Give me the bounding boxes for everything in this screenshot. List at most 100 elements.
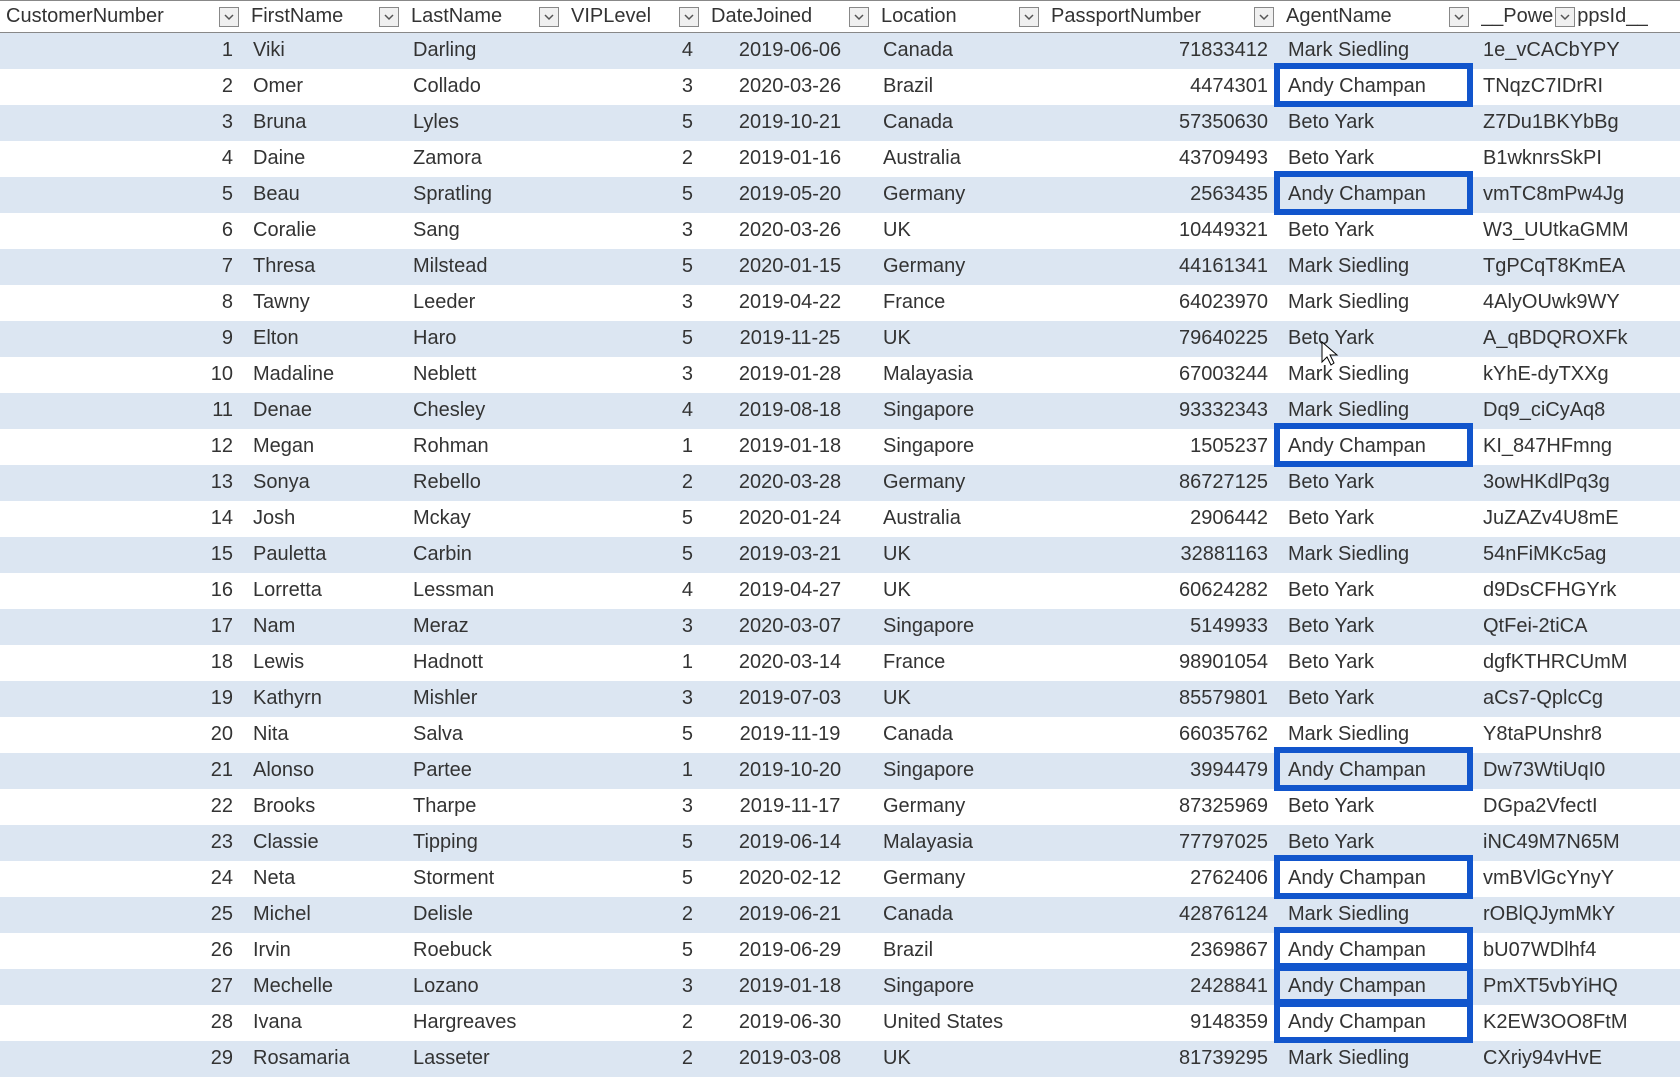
cell-date-joined[interactable]: 2019-01-18 (705, 969, 875, 1005)
cell-first-name[interactable]: Ivana (245, 1005, 405, 1041)
cell-vip-level[interactable]: 5 (565, 321, 705, 357)
table-row[interactable]: 28IvanaHargreaves22019-06-30United State… (0, 1005, 1680, 1041)
cell-first-name[interactable]: Lorretta (245, 573, 405, 609)
cell-first-name[interactable]: Sonya (245, 465, 405, 501)
cell-location[interactable]: UK (875, 321, 1045, 357)
cell-last-name[interactable]: Carbin (405, 537, 565, 573)
cell-date-joined[interactable]: 2019-11-19 (705, 717, 875, 753)
cell-power-apps-id[interactable]: Dw73WtiUqI0 (1475, 753, 1680, 789)
cell-passport-number[interactable]: 66035762 (1045, 717, 1280, 753)
cell-vip-level[interactable]: 4 (565, 393, 705, 429)
cell-last-name[interactable]: Collado (405, 69, 565, 105)
table-row[interactable]: 11DenaeChesley42019-08-18Singapore933323… (0, 393, 1680, 429)
cell-first-name[interactable]: Elton (245, 321, 405, 357)
cell-first-name[interactable]: Pauletta (245, 537, 405, 573)
cell-location[interactable]: Germany (875, 789, 1045, 825)
cell-location[interactable]: UK (875, 681, 1045, 717)
cell-vip-level[interactable]: 1 (565, 429, 705, 465)
cell-passport-number[interactable]: 98901054 (1045, 645, 1280, 681)
cell-passport-number[interactable]: 10449321 (1045, 213, 1280, 249)
cell-vip-level[interactable]: 3 (565, 789, 705, 825)
cell-power-apps-id[interactable]: kYhE-dyTXXg (1475, 357, 1680, 393)
table-row[interactable]: 21AlonsoPartee12019-10-20Singapore399447… (0, 753, 1680, 789)
cell-vip-level[interactable]: 2 (565, 1041, 705, 1077)
cell-power-apps-id[interactable]: A_qBDQROXFk (1475, 321, 1680, 357)
cell-passport-number[interactable]: 86727125 (1045, 465, 1280, 501)
cell-agent-name[interactable]: Andy Champan (1280, 933, 1475, 969)
table-row[interactable]: 18LewisHadnott12020-03-14France98901054B… (0, 645, 1680, 681)
cell-vip-level[interactable]: 5 (565, 933, 705, 969)
header-date-joined[interactable]: DateJoined (705, 1, 875, 33)
cell-passport-number[interactable]: 5149933 (1045, 609, 1280, 645)
cell-power-apps-id[interactable]: 1e_vCACbYPY (1475, 33, 1680, 69)
cell-first-name[interactable]: Josh (245, 501, 405, 537)
table-row[interactable]: 7ThresaMilstead52020-01-15Germany4416134… (0, 249, 1680, 285)
cell-vip-level[interactable]: 5 (565, 717, 705, 753)
cell-passport-number[interactable]: 9148359 (1045, 1005, 1280, 1041)
filter-dropdown-button[interactable] (1555, 7, 1575, 27)
cell-location[interactable]: Malayasia (875, 825, 1045, 861)
cell-first-name[interactable]: Bruna (245, 105, 405, 141)
cell-location[interactable]: UK (875, 573, 1045, 609)
cell-vip-level[interactable]: 4 (565, 573, 705, 609)
table-row[interactable]: 10MadalineNeblett32019-01-28Malayasia670… (0, 357, 1680, 393)
cell-passport-number[interactable]: 2369867 (1045, 933, 1280, 969)
header-power-apps-id[interactable]: __PoweppsId__ (1475, 1, 1680, 33)
cell-vip-level[interactable]: 2 (565, 897, 705, 933)
cell-power-apps-id[interactable]: dgfKTHRCUmM (1475, 645, 1680, 681)
cell-location[interactable]: United States (875, 1005, 1045, 1041)
cell-power-apps-id[interactable]: PmXT5vbYiHQ (1475, 969, 1680, 1005)
header-location[interactable]: Location (875, 1, 1045, 33)
cell-agent-name[interactable]: Beto Yark (1280, 645, 1475, 681)
cell-last-name[interactable]: Meraz (405, 609, 565, 645)
cell-customer-number[interactable]: 16 (0, 573, 245, 609)
cell-first-name[interactable]: Omer (245, 69, 405, 105)
cell-vip-level[interactable]: 2 (565, 141, 705, 177)
cell-power-apps-id[interactable]: 4AlyOUwk9WY (1475, 285, 1680, 321)
cell-power-apps-id[interactable]: Y8taPUnshr8 (1475, 717, 1680, 753)
cell-date-joined[interactable]: 2020-01-15 (705, 249, 875, 285)
cell-customer-number[interactable]: 17 (0, 609, 245, 645)
cell-location[interactable]: Singapore (875, 393, 1045, 429)
cell-agent-name[interactable]: Andy Champan (1280, 861, 1475, 897)
cell-first-name[interactable]: Kathyrn (245, 681, 405, 717)
cell-customer-number[interactable]: 1 (0, 33, 245, 69)
cell-date-joined[interactable]: 2019-06-30 (705, 1005, 875, 1041)
cell-passport-number[interactable]: 2428841 (1045, 969, 1280, 1005)
cell-first-name[interactable]: Denae (245, 393, 405, 429)
cell-vip-level[interactable]: 3 (565, 357, 705, 393)
cell-power-apps-id[interactable]: QtFei-2tiCA (1475, 609, 1680, 645)
cell-location[interactable]: UK (875, 537, 1045, 573)
cell-passport-number[interactable]: 81739295 (1045, 1041, 1280, 1077)
cell-first-name[interactable]: Irvin (245, 933, 405, 969)
cell-customer-number[interactable]: 8 (0, 285, 245, 321)
cell-power-apps-id[interactable]: bU07WDlhf4 (1475, 933, 1680, 969)
cell-power-apps-id[interactable]: DGpa2VfectI (1475, 789, 1680, 825)
cell-location[interactable]: Canada (875, 897, 1045, 933)
cell-vip-level[interactable]: 1 (565, 645, 705, 681)
table-row[interactable]: 19KathyrnMishler32019-07-03UK85579801Bet… (0, 681, 1680, 717)
cell-date-joined[interactable]: 2019-01-28 (705, 357, 875, 393)
cell-vip-level[interactable]: 5 (565, 177, 705, 213)
cell-last-name[interactable]: Milstead (405, 249, 565, 285)
cell-customer-number[interactable]: 26 (0, 933, 245, 969)
cell-location[interactable]: Canada (875, 105, 1045, 141)
table-row[interactable]: 29RosamariaLasseter22019-03-08UK81739295… (0, 1041, 1680, 1077)
cell-last-name[interactable]: Lyles (405, 105, 565, 141)
cell-vip-level[interactable]: 1 (565, 753, 705, 789)
cell-customer-number[interactable]: 11 (0, 393, 245, 429)
cell-first-name[interactable]: Neta (245, 861, 405, 897)
table-row[interactable]: 20NitaSalva52019-11-19Canada66035762Mark… (0, 717, 1680, 753)
cell-date-joined[interactable]: 2019-11-17 (705, 789, 875, 825)
cell-power-apps-id[interactable]: vmBVlGcYnyY (1475, 861, 1680, 897)
cell-passport-number[interactable]: 79640225 (1045, 321, 1280, 357)
cell-last-name[interactable]: Lozano (405, 969, 565, 1005)
table-row[interactable]: 22BrooksTharpe32019-11-17Germany87325969… (0, 789, 1680, 825)
table-row[interactable]: 4DaineZamora22019-01-16Australia43709493… (0, 141, 1680, 177)
cell-last-name[interactable]: Hadnott (405, 645, 565, 681)
cell-location[interactable]: Germany (875, 177, 1045, 213)
cell-power-apps-id[interactable]: aCs7-QplcCg (1475, 681, 1680, 717)
cell-customer-number[interactable]: 4 (0, 141, 245, 177)
cell-last-name[interactable]: Rohman (405, 429, 565, 465)
cell-vip-level[interactable]: 5 (565, 105, 705, 141)
